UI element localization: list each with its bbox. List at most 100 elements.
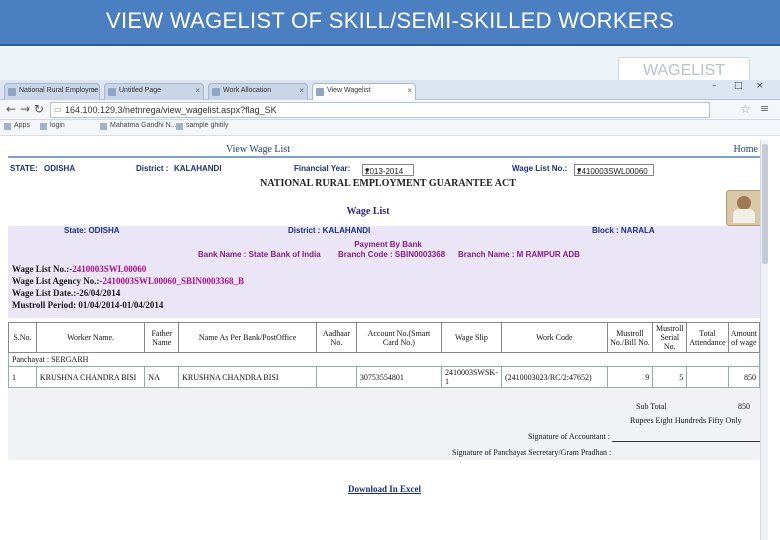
branch-code: Branch Code : SBIN0003368: [338, 250, 446, 259]
slide-header: VIEW WAGELIST OF SKILL/SEMI-SKILLED WORK…: [0, 0, 780, 46]
browser-toolbar: ← → ↻ ▭ 164.100.129.3/netnrega/view_wage…: [0, 100, 780, 120]
district-label: District :: [136, 164, 169, 173]
column-header: Mustroll No./Bill No.: [606, 322, 654, 353]
cell-bank-name: KRUSHNA CHANDRA BISI: [178, 366, 318, 388]
bookmark-apps[interactable]: Apps: [4, 122, 30, 130]
wage-list-no-label: Wage List No.:-: [12, 264, 73, 274]
secretary-signature-label: Signature of Panchayat Secretary/Gram Pr…: [452, 448, 612, 457]
date-line: Wage List Date.:-26/04/2014: [12, 288, 120, 298]
close-icon[interactable]: ×: [195, 86, 200, 95]
wage-table: S.No. Worker Name. Father Name Name As P…: [8, 322, 761, 388]
divider: [8, 156, 768, 158]
portrait-face: [737, 196, 751, 210]
page-icon: [212, 88, 220, 96]
cell-wage-slip[interactable]: 2410003SWSK-1: [440, 366, 502, 388]
web-page: View Wage List Home STATE: ODISHA Distri…: [8, 140, 768, 540]
table-header-row: S.No. Worker Name. Father Name Name As P…: [8, 322, 761, 353]
secretary-signature-row: Signature of Panchayat Secretary/Gram Pr…: [8, 448, 760, 460]
cell-aadhaar: [316, 366, 357, 388]
download-excel-link[interactable]: Download In Excel: [348, 484, 421, 494]
tab-label: National Rural Employme: [19, 87, 99, 94]
bookmark-star-icon[interactable]: ☆: [740, 102, 751, 116]
address-bar[interactable]: ▭ 164.100.129.3/netnrega/view_wagelist.a…: [50, 102, 710, 118]
tab-work-allocation[interactable]: Work Allocation ×: [208, 83, 308, 100]
close-icon[interactable]: ×: [407, 86, 412, 95]
branch-name: Branch Name : M RAMPUR ADB: [458, 250, 580, 259]
payment-heading: Payment By Bank: [354, 240, 422, 249]
bookmarks-bar: Apps login Mahatma Gandhi N... sample gh…: [0, 120, 780, 136]
forward-icon[interactable]: →: [20, 102, 30, 116]
tab-view-wagelist[interactable]: View Wagelist ×: [312, 83, 416, 100]
wage-list-no-value: 2410003SWL00060: [72, 264, 147, 274]
table-row: 1 KRUSHNA CHANDRA BISI NA KRUSHNA CHANDR…: [8, 366, 761, 388]
state-label: STATE:: [10, 164, 38, 173]
page-icon: [108, 88, 116, 96]
panchayat-row: Panchayat : SERGARH: [8, 352, 760, 367]
state-value: ODISHA: [44, 164, 76, 173]
wage-list-heading: Wage List: [346, 206, 390, 217]
apps-icon: [4, 123, 11, 130]
browser-window: National Rural Employme × Untitled Page …: [0, 80, 780, 540]
date-value: 26/04/2014: [79, 288, 121, 298]
bookmark-login[interactable]: login: [40, 122, 65, 130]
tab-national-rural[interactable]: National Rural Employme ×: [4, 83, 100, 100]
tab-label: Work Allocation: [223, 87, 272, 94]
amount-in-words: Rupees Eight Hundreds Fifty Only: [630, 416, 742, 425]
page-scrollbar[interactable]: [760, 140, 768, 540]
page-title: View Wage List: [226, 144, 290, 155]
wage-list-value: 2410003SWL00060: [577, 167, 648, 176]
page-icon: [8, 88, 16, 96]
close-window-icon[interactable]: ×: [756, 81, 764, 91]
district-text: District : KALAHANDI: [288, 226, 371, 235]
financial-year-select[interactable]: 2013-2014 ▾: [362, 164, 414, 176]
amount-in-words-row: Rupees Eight Hundreds Fifty Only: [8, 416, 760, 428]
slide-title: VIEW WAGELIST OF SKILL/SEMI-SKILLED WORK…: [106, 8, 674, 33]
close-icon[interactable]: ×: [91, 86, 96, 95]
agency-label: Wage List Agency No.:-: [12, 276, 103, 286]
bookmark-label: sample ghitily: [186, 122, 229, 129]
cell-account-no: 30753554801: [355, 366, 442, 388]
accountant-signature-row: Signature of Accountant :: [8, 432, 760, 444]
bookmark-label: login: [50, 122, 65, 129]
bookmark-label: Apps: [14, 122, 30, 129]
filter-bar: STATE: ODISHA District : KALAHANDI Finan…: [8, 162, 760, 178]
home-link[interactable]: Home: [734, 144, 758, 155]
back-icon[interactable]: ←: [6, 102, 16, 116]
tab-untitled-page[interactable]: Untitled Page ×: [104, 83, 204, 100]
tab-bar: National Rural Employme × Untitled Page …: [0, 80, 780, 100]
column-header: Aadhaar No.: [316, 322, 357, 353]
wage-list-select[interactable]: 2410003SWL00060 ▾: [574, 164, 654, 176]
wage-list-no-label: Wage List No.:: [512, 164, 568, 173]
sub-total-label: Sub Total: [636, 402, 667, 411]
bank-name: Bank Name : State Bank of India: [198, 250, 321, 259]
agency-value: 2410003SWL00060_SBIN0003368_B: [102, 276, 245, 286]
menu-icon[interactable]: ≡: [760, 102, 769, 115]
column-header: Wage Slip: [440, 322, 502, 353]
minimize-icon[interactable]: –: [712, 81, 717, 91]
url-text: 164.100.129.3/netnrega/view_wagelist.asp…: [65, 105, 277, 115]
state-line: State: ODISHA District : KALAHANDI Block…: [8, 226, 760, 236]
reload-icon[interactable]: ↻: [34, 102, 44, 116]
cell-sno: 1: [8, 366, 37, 388]
emblem-logo: [726, 190, 762, 226]
cell-worker-name: KRUSHNA CHANDRA BISI: [35, 366, 146, 388]
cell-mustroll-no: 9: [606, 366, 654, 388]
sub-total-value: 850: [738, 402, 750, 411]
page-info-icon: ▭: [54, 105, 62, 114]
wage-list-no-line: Wage List No.:-2410003SWL00060: [12, 264, 146, 274]
cell-mustroll-serial: 5: [652, 366, 688, 388]
bookmark-mahatma-gandhi[interactable]: Mahatma Gandhi N...: [100, 122, 177, 130]
panchayat-cell: Panchayat : SERGARH: [8, 352, 760, 367]
column-header: Work Code: [500, 322, 608, 353]
close-icon[interactable]: ×: [299, 86, 304, 95]
bookmark-label: Mahatma Gandhi N...: [110, 122, 177, 129]
tab-label: View Wagelist: [327, 87, 371, 94]
maximize-icon[interactable]: □: [734, 81, 743, 91]
column-header: Account No.(Smart Card No.): [355, 322, 442, 353]
district-value: KALAHANDI: [174, 164, 222, 173]
state-text: State: ODISHA: [64, 226, 120, 235]
column-header: Worker Name.: [35, 322, 146, 353]
column-header: Father Name: [144, 322, 180, 353]
scrollbar-thumb[interactable]: [762, 144, 768, 264]
bookmark-sample[interactable]: sample ghitily: [176, 122, 229, 130]
